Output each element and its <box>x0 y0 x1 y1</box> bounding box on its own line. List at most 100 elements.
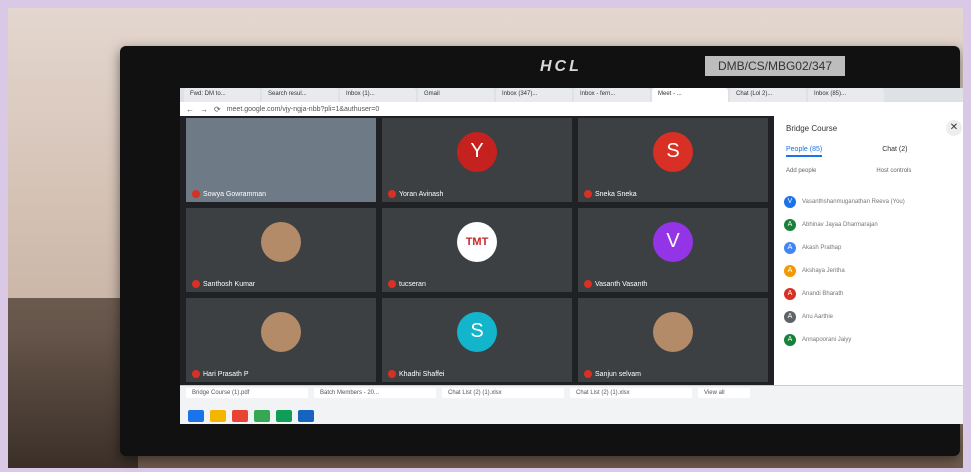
browser-tab[interactable]: Inbox (85)... <box>808 88 884 102</box>
participant-name-text: Sanjun selvam <box>595 370 641 378</box>
taskbar-icons <box>188 410 314 422</box>
list-item[interactable]: A Anandi Bharath <box>784 282 960 305</box>
person-name: Anandi Bharath <box>802 290 844 297</box>
mic-off-icon <box>584 370 592 378</box>
participant-tile[interactable]: Y Yoran Avinash <box>382 118 572 202</box>
avatar-photo <box>261 311 301 352</box>
participant-name: tucseran <box>388 280 426 288</box>
logo: TMT <box>457 221 497 262</box>
mic-off-icon <box>192 280 200 288</box>
panel-tabs: People (85) Chat (2) <box>786 146 908 157</box>
participant-name: Khadhi Shaffei <box>388 370 444 378</box>
participant-name-text: Santhosh Kumar <box>203 280 256 288</box>
person-name: Annapoorani Jaiyy <box>802 336 852 343</box>
photo-frame: HCL DMB/CS/MBG02/347 Fwd: DM to... Search… <box>8 8 963 468</box>
participant-tile[interactable]: Santhosh Kumar <box>186 208 376 292</box>
participant-name: Hari Prasath P <box>192 370 249 378</box>
participant-tile[interactable]: Sowya Gowramman <box>186 118 376 202</box>
list-item[interactable]: A Akash Prathap <box>784 236 960 259</box>
person-name: Abhinav Jayaa Dharmarajan <box>802 221 878 228</box>
avatar: S <box>653 131 693 172</box>
participant-name: Yoran Avinash <box>388 190 443 198</box>
app-icon[interactable] <box>298 410 314 422</box>
participant-name: Sanjun selvam <box>584 370 641 378</box>
person-name: Akash Prathap <box>802 244 842 251</box>
mic-off-icon <box>388 280 396 288</box>
list-item[interactable]: V Vasanthshanmuganathan Reeva (You) <box>784 190 960 213</box>
reload-icon[interactable]: ⟳ <box>214 105 221 114</box>
participant-name-text: Vasanth Vasanth <box>595 280 648 288</box>
participant-name-text: Sneka Sneka <box>595 190 637 198</box>
avatar: Y <box>457 131 497 172</box>
list-item[interactable]: A Akshaya Jeritha <box>784 259 960 282</box>
browser-tab[interactable]: Gmail <box>418 88 494 102</box>
avatar-photo <box>261 221 301 262</box>
avatar: A <box>784 218 796 231</box>
participant-tile[interactable]: S Khadhi Shaffei <box>382 298 572 382</box>
mic-off-icon <box>584 190 592 198</box>
add-people-button[interactable]: Add people <box>786 168 816 174</box>
url-text[interactable]: meet.google.com/vjy-ngja-nbb?pli=1&authu… <box>227 106 380 113</box>
browser-tab[interactable]: Fwd: DM to... <box>184 88 260 102</box>
forward-icon[interactable]: → <box>200 105 208 114</box>
monitor: HCL DMB/CS/MBG02/347 Fwd: DM to... Search… <box>120 46 963 456</box>
avatar-photo <box>653 311 693 352</box>
mic-off-icon <box>584 280 592 288</box>
back-icon[interactable]: ← <box>186 105 194 114</box>
participant-name: Sowya Gowramman <box>192 190 266 198</box>
app-icon[interactable] <box>276 410 292 422</box>
browser-tab[interactable]: Meet - ... <box>652 88 728 102</box>
list-item[interactable]: A Annapoorani Jaiyy <box>784 328 960 351</box>
participant-tile[interactable]: V Vasanth Vasanth <box>578 208 768 292</box>
participant-name-text: Hari Prasath P <box>203 370 249 378</box>
participant-name-text: tucseran <box>399 280 426 288</box>
avatar: S <box>457 311 497 352</box>
meeting-grid: Sowya Gowramman Y Yoran Avinash S Sneka Snek… <box>186 118 770 386</box>
participant-tile[interactable]: Hari Prasath P <box>186 298 376 382</box>
participant-tile[interactable]: TMT tucseran <box>382 208 572 292</box>
download-item[interactable]: Chat List (2) (1).xlsx <box>570 388 692 398</box>
browser-tab[interactable]: Inbox - fern... <box>574 88 650 102</box>
taskbar: Bridge Course (1).pdf Batch Members - 20.… <box>180 385 963 424</box>
browser-tabs: Fwd: DM to... Search resul... Inbox (1)...… <box>180 88 963 102</box>
app-icon[interactable] <box>232 410 248 422</box>
tab-chat[interactable]: Chat (2) <box>882 146 907 157</box>
download-item[interactable]: Chat List (2) (1).xlsx <box>442 388 564 398</box>
download-item[interactable]: Batch Members - 20... <box>314 388 436 398</box>
avatar: A <box>784 241 796 254</box>
person-name: Akshaya Jeritha <box>802 267 845 274</box>
avatar: V <box>784 195 796 208</box>
person-name: Vasanthshanmuganathan Reeva (You) <box>802 198 905 205</box>
close-icon[interactable]: ✕ <box>946 120 962 136</box>
host-controls-button[interactable]: Host controls <box>876 168 911 174</box>
browser-tab[interactable]: Chat (Lol 2)... <box>730 88 806 102</box>
participant-tile[interactable]: Sanjun selvam <box>578 298 768 382</box>
mic-off-icon <box>388 190 396 198</box>
browser-tab[interactable]: Search resul... <box>262 88 338 102</box>
asset-tag: DMB/CS/MBG02/347 <box>705 56 845 76</box>
app-icon[interactable] <box>188 410 204 422</box>
list-item[interactable]: A Anu Aarthie <box>784 305 960 328</box>
participant-name: Vasanth Vasanth <box>584 280 647 288</box>
mic-off-icon <box>192 370 200 378</box>
avatar: A <box>784 287 796 300</box>
participant-tile[interactable]: S Sneka Sneka <box>578 118 768 202</box>
url-bar[interactable]: ← → ⟳ meet.google.com/vjy-ngja-nbb?pli=1… <box>180 102 963 116</box>
app-icon[interactable] <box>210 410 226 422</box>
people-list: V Vasanthshanmuganathan Reeva (You) A Abhin… <box>784 190 960 351</box>
tab-people[interactable]: People (85) <box>786 146 823 157</box>
download-bar: Bridge Course (1).pdf Batch Members - 20.… <box>186 388 750 398</box>
participant-name-text: Yoran Avinash <box>399 190 444 198</box>
browser-tab[interactable]: Inbox (347)... <box>496 88 572 102</box>
monitor-brand: HCL <box>540 58 582 75</box>
mic-off-icon <box>388 370 396 378</box>
browser-tab[interactable]: Inbox (1)... <box>340 88 416 102</box>
avatar: A <box>784 310 796 323</box>
download-item[interactable]: Bridge Course (1).pdf <box>186 388 308 398</box>
list-item[interactable]: A Abhinav Jayaa Dharmarajan <box>784 213 960 236</box>
screen: Fwd: DM to... Search resul... Inbox (1)...… <box>180 88 963 424</box>
view-all-button[interactable]: View all <box>698 388 750 398</box>
people-panel: Bridge Course ✕ People (85) Chat (2) Add… <box>774 116 963 424</box>
panel-title: Bridge Course <box>786 124 838 133</box>
app-icon[interactable] <box>254 410 270 422</box>
